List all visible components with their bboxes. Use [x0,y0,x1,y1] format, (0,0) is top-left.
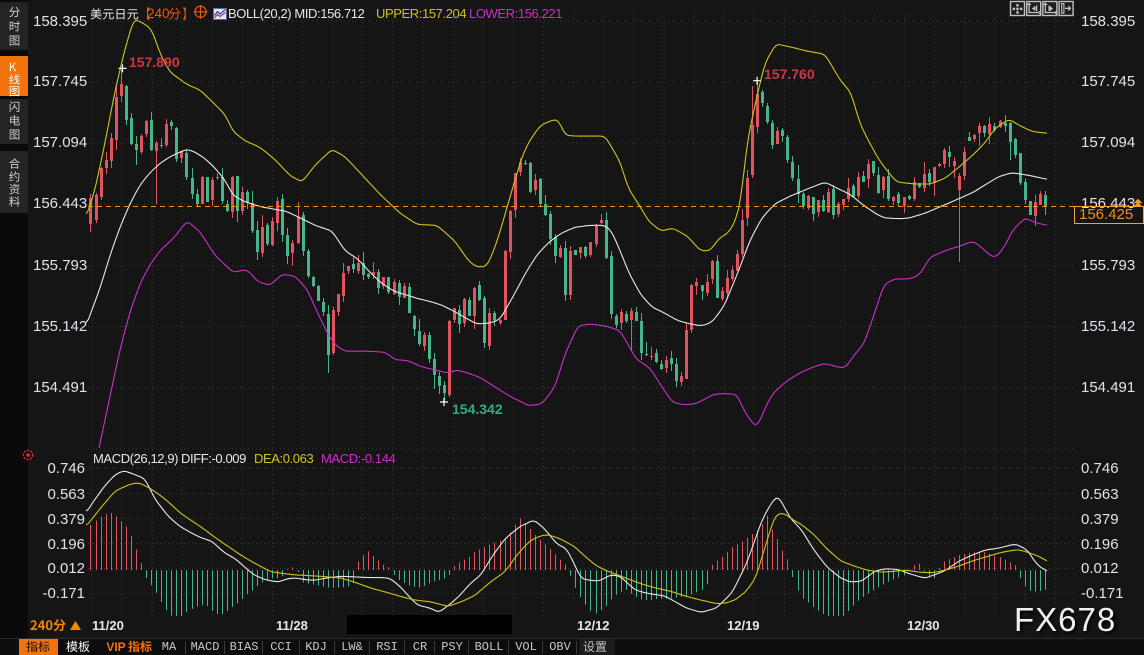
svg-text:240: 240 [147,6,170,21]
